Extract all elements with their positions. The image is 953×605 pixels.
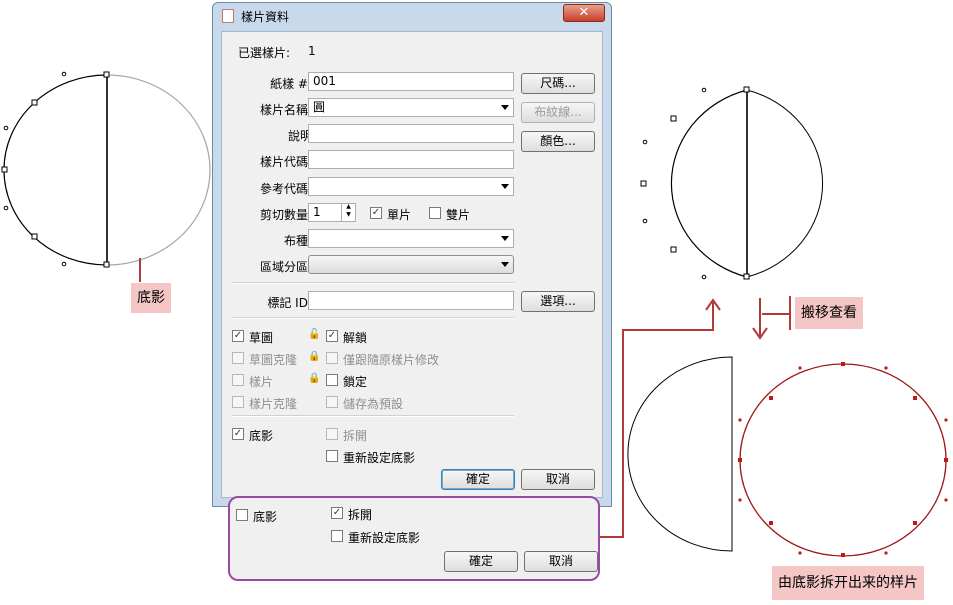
draft-clone-checkbox[interactable] <box>232 352 244 364</box>
panel-reset-shadow-label: 重新設定底影 <box>348 531 421 545</box>
panel-detach-checkbox[interactable]: ✓ <box>331 507 343 519</box>
right-circle-figure <box>640 86 824 280</box>
fabric-combo[interactable] <box>308 229 514 248</box>
region-combo[interactable] <box>308 255 514 274</box>
piece-label: 樣片 <box>249 375 274 389</box>
piece-checkbox[interactable] <box>232 374 244 386</box>
app-icon <box>222 9 234 23</box>
ref-combo[interactable] <box>308 177 514 196</box>
cut-label: 剪切數量: <box>259 208 312 222</box>
reset-shadow-label: 重新設定底影 <box>343 451 416 465</box>
spin-down-icon[interactable]: ▼ <box>342 211 355 219</box>
spin-up-icon[interactable]: ▲ <box>342 203 355 211</box>
panel-ok-button[interactable]: 確定 <box>444 551 518 572</box>
single-label: 單片 <box>387 208 412 222</box>
ref-label: 參考代碼: <box>259 182 312 196</box>
shadow-label: 底影 <box>249 429 274 443</box>
dialog-body: 已選樣片: 1 紙樣 #: 001 尺碼... 樣片名稱: 圓 布紋線... 說… <box>221 31 603 498</box>
detach-checkbox[interactable] <box>326 428 338 440</box>
desc-field[interactable] <box>308 124 514 143</box>
panel-reset-shadow-checkbox[interactable] <box>331 530 343 542</box>
chevron-down-icon <box>501 105 509 110</box>
lock-checkbox[interactable] <box>326 374 338 386</box>
color-button[interactable]: 顏色... <box>521 131 595 152</box>
mark-id-field[interactable] <box>308 291 514 310</box>
cut-quantity-stepper[interactable]: 1 ▲ ▼ <box>308 203 356 222</box>
chevron-down-icon <box>501 236 509 241</box>
piece-clone-checkbox[interactable] <box>232 396 244 408</box>
region-label: 區域分區: <box>259 260 312 274</box>
chevron-down-icon <box>501 262 509 267</box>
lock-icon: 🔒 <box>308 351 321 362</box>
grain-button[interactable]: 布紋線... <box>521 102 595 123</box>
double-checkbox[interactable] <box>429 207 441 219</box>
single-checkbox[interactable]: ✓ <box>370 207 382 219</box>
save-default-label: 儲存為預設 <box>343 397 404 411</box>
detach-label: 拆開 <box>343 429 368 443</box>
callout-detached-piece: 由底影拆开出来的样片 <box>772 566 924 600</box>
code-field[interactable] <box>308 150 514 169</box>
title-bar[interactable]: 樣片資料 ✕ <box>213 3 611 29</box>
callout-shadow: 底影 <box>131 283 171 313</box>
selected-value: 1 <box>308 44 316 58</box>
chevron-down-icon <box>501 184 509 189</box>
separator <box>232 317 514 319</box>
panel-detach-label: 拆開 <box>348 508 373 522</box>
unlock-icon: 🔓 <box>308 329 321 340</box>
piece-clone-label: 樣片克隆 <box>249 397 298 411</box>
half-piece-shape <box>627 356 733 552</box>
panel-shadow-checkbox[interactable] <box>236 509 248 521</box>
paper-field[interactable]: 001 <box>308 72 514 91</box>
close-icon: ✕ <box>578 5 590 20</box>
save-default-checkbox[interactable] <box>326 396 338 408</box>
detached-circle-figure <box>738 362 948 557</box>
left-circle-figure <box>1 71 211 282</box>
options-button[interactable]: 選項... <box>521 291 595 312</box>
piece-info-dialog: 樣片資料 ✕ 已選樣片: 1 紙樣 #: 001 尺碼... 樣片名稱: 圓 布… <box>212 2 612 507</box>
code-label: 樣片代碼: <box>259 155 312 169</box>
separator <box>232 415 514 417</box>
ok-button[interactable]: 確定 <box>441 469 515 490</box>
draft-label: 草圖 <box>249 331 274 345</box>
shadow-checkbox[interactable]: ✓ <box>232 428 244 440</box>
unlock-checkbox[interactable]: ✓ <box>326 330 338 342</box>
spin-buttons[interactable]: ▲ ▼ <box>341 203 355 222</box>
name-value: 圓 <box>313 100 326 114</box>
cut-value: 1 <box>313 205 321 219</box>
follow-checkbox[interactable] <box>326 352 338 364</box>
lock-label: 鎖定 <box>343 375 368 389</box>
paper-label: 紙樣 #: <box>270 77 312 91</box>
close-button[interactable]: ✕ <box>563 4 605 22</box>
lock-icon: 🔒 <box>308 373 321 384</box>
mark-id-label: 標記 ID: <box>267 296 312 310</box>
follow-label: 僅跟隨原樣片修改 <box>343 353 440 367</box>
unlock-label: 解鎖 <box>343 331 368 345</box>
name-combo[interactable]: 圓 <box>308 98 514 117</box>
separator <box>232 282 514 284</box>
detach-state-panel: 底影 ✓ 拆開 重新設定底影 確定 取消 <box>228 496 600 581</box>
draft-checkbox[interactable]: ✓ <box>232 330 244 342</box>
draft-clone-label: 草圖克隆 <box>249 353 298 367</box>
size-button[interactable]: 尺碼... <box>521 73 595 94</box>
double-label: 雙片 <box>446 208 471 222</box>
callout-move-view: 搬移查看 <box>795 297 863 329</box>
reset-shadow-checkbox[interactable] <box>326 450 338 462</box>
name-label: 樣片名稱: <box>259 103 312 117</box>
panel-shadow-label: 底影 <box>253 510 278 524</box>
desc-label: 說明 <box>287 129 312 143</box>
dialog-title: 樣片資料 <box>241 10 290 24</box>
fabric-label: 布種: <box>283 234 312 248</box>
selected-label: 已選樣片: <box>238 46 291 60</box>
cancel-button[interactable]: 取消 <box>521 469 595 490</box>
panel-cancel-button[interactable]: 取消 <box>524 551 598 572</box>
